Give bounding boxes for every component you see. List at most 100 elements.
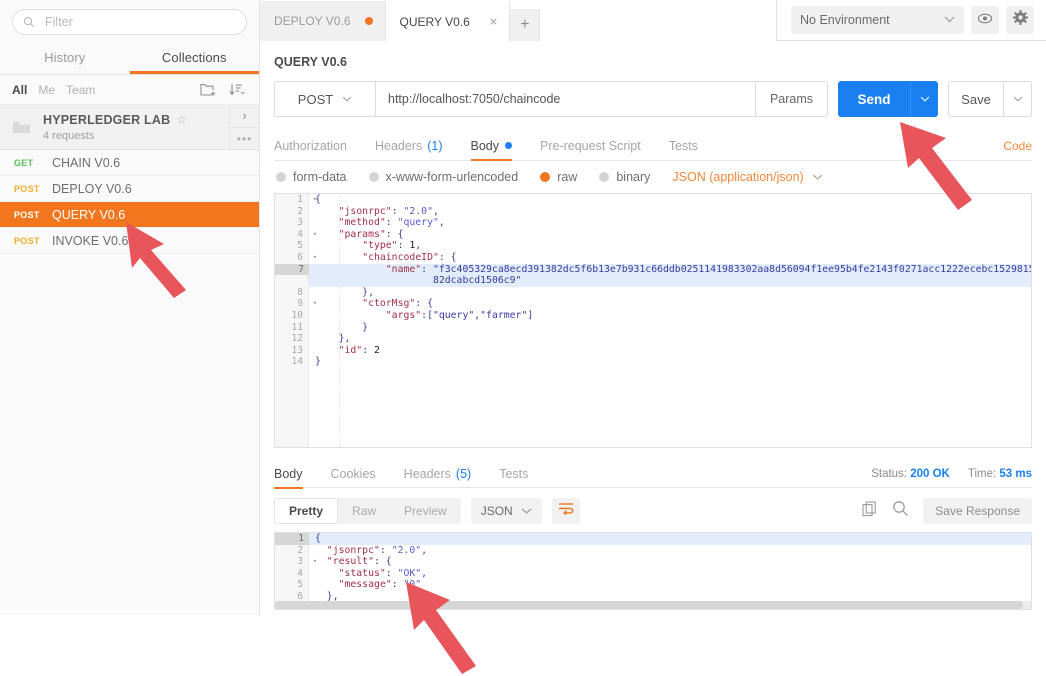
new-folder-icon[interactable] — [200, 83, 217, 97]
response-controls: Pretty Raw Preview JSON Save Response — [260, 488, 1046, 524]
copy-button[interactable] — [862, 500, 878, 522]
request-method: POST — [14, 183, 40, 194]
word-wrap-button[interactable] — [551, 498, 580, 524]
response-body-code[interactable]: { "jsonrpc": "2.0", "result": { "status"… — [309, 533, 1031, 609]
body-mode-label: x-www-form-urlencoded — [385, 170, 519, 184]
response-tab-cookies[interactable]: Cookies — [331, 459, 376, 489]
body-mode-raw[interactable]: raw — [540, 170, 577, 184]
body-mode-options: form-data x-www-form-urlencoded raw bina… — [260, 161, 1046, 184]
response-editor-gutter: 1▾23▾4567 — [275, 533, 318, 609]
tab-deploy-v06[interactable]: DEPLOY V0.6 — [260, 1, 386, 41]
tab-query-v06[interactable]: QUERY V0.6 × — [385, 2, 511, 42]
collection-hyperledger-lab[interactable]: HYPERLEDGER LAB ☆ 4 requests › ••• — [0, 104, 259, 150]
scope-all[interactable]: All — [12, 83, 27, 97]
request-body-code[interactable]: { "jsonrpc": "2.0", "method": "query", "… — [309, 194, 1031, 447]
code-line: "ctorMsg": { — [362, 298, 433, 310]
tab-pre-request-script[interactable]: Pre-request Script — [540, 131, 641, 161]
tab-history[interactable]: History — [0, 42, 130, 74]
tab-body[interactable]: Body — [471, 131, 512, 161]
url-row: POST http://localhost:7050/chaincode Par… — [260, 81, 1046, 117]
tab-label: Cookies — [330, 466, 376, 481]
save-response-button[interactable]: Save Response — [923, 498, 1032, 524]
view-mode-raw[interactable]: Raw — [338, 498, 390, 524]
response-tab-headers[interactable]: Headers (5) — [404, 459, 472, 489]
filter-input[interactable] — [43, 14, 236, 30]
code-line: }, — [315, 286, 374, 298]
copy-icon — [862, 500, 878, 521]
line-number: 2 — [297, 544, 303, 556]
request-body-editor[interactable]: 1 ▾ 2 3 4 ▾ 5 6 ▾ 7 8 9 ▾ 10 11 12 13 14 { "jsonrpc": "2… — [274, 193, 1032, 448]
body-mode-label: form-data — [293, 170, 347, 184]
top-bar: DEPLOY V0.6 QUERY V0.6 × + No Environmen… — [260, 0, 1046, 42]
line-number: 1▾ — [297, 194, 317, 205]
request-item-query[interactable]: POST QUERY V0.6 — [0, 202, 259, 228]
star-icon[interactable]: ☆ — [176, 113, 187, 127]
send-options-button[interactable] — [910, 81, 938, 117]
response-section-tabs: Body Cookies Headers (5) Tests Status: 2… — [274, 460, 1032, 488]
save-button[interactable]: Save — [948, 81, 1004, 117]
code-line: "status": "OK", — [338, 567, 428, 579]
search-response-button[interactable] — [892, 500, 909, 522]
content-type-selector[interactable]: JSON (application/json) — [672, 170, 823, 184]
line-number — [275, 275, 308, 287]
tab-tests[interactable]: Tests — [669, 131, 698, 161]
environment-label: No Environment — [800, 13, 890, 27]
http-method-selector[interactable]: POST — [274, 81, 375, 117]
tab-headers[interactable]: Headers (1) — [375, 131, 443, 161]
request-item-chain[interactable]: GET CHAIN V0.6 — [0, 150, 259, 176]
radio-icon — [368, 172, 379, 182]
line-number: 12 — [291, 333, 303, 345]
environment-selector[interactable]: No Environment — [791, 6, 964, 34]
body-mode-form-data[interactable]: form-data — [276, 170, 347, 184]
response-tab-body[interactable]: Body — [274, 459, 303, 489]
chevron-down-icon — [944, 14, 955, 26]
filter-box[interactable] — [12, 9, 247, 35]
chevron-down-icon — [521, 506, 532, 517]
scrollbar-thumb[interactable] — [275, 601, 1024, 609]
params-button[interactable]: Params — [756, 81, 828, 117]
code-line: "id": 2 — [338, 344, 380, 356]
sort-icon[interactable] — [229, 83, 247, 97]
code-link[interactable]: Code — [1003, 139, 1032, 153]
line-number: 3 — [297, 217, 303, 229]
body-mode-urlencoded[interactable]: x-www-form-urlencoded — [368, 170, 519, 184]
response-format-selector[interactable]: JSON — [470, 498, 542, 524]
new-tab-button[interactable]: + — [510, 9, 541, 41]
environment-quick-look-button[interactable] — [971, 6, 999, 34]
settings-button[interactable] — [1006, 6, 1034, 34]
request-tab-strip: DEPLOY V0.6 QUERY V0.6 × + — [260, 0, 776, 42]
scope-team[interactable]: Team — [66, 83, 95, 97]
body-mode-label: binary — [616, 170, 651, 184]
line-number: 8 — [297, 286, 303, 298]
body-mode-binary[interactable]: binary — [599, 170, 650, 184]
more-options-icon[interactable]: ••• — [230, 128, 259, 150]
collection-meta: HYPERLEDGER LAB ☆ 4 requests — [43, 113, 229, 142]
tab-collections[interactable]: Collections — [130, 42, 260, 74]
tab-label: Tests — [668, 138, 698, 153]
content-type-label: JSON (application/json) — [672, 170, 804, 184]
save-options-button[interactable] — [1004, 81, 1032, 117]
code-line: "message": "0" — [338, 579, 422, 591]
code-line: { — [309, 533, 1031, 545]
close-icon[interactable]: × — [490, 14, 498, 29]
radio-icon — [599, 172, 610, 182]
request-editor-gutter: 1 ▾ 2 3 4 ▾ 5 6 ▾ 7 8 9 ▾ 10 11 12 13 14 — [275, 194, 317, 447]
view-mode-pretty[interactable]: Pretty — [274, 498, 339, 524]
request-method: POST — [14, 209, 40, 220]
chevron-right-icon[interactable]: › — [230, 105, 259, 128]
code-line: "jsonrpc": "2.0", — [338, 205, 439, 217]
send-button[interactable]: Send — [838, 81, 910, 117]
request-item-deploy[interactable]: POST DEPLOY V0.6 — [0, 176, 259, 202]
tab-label: DEPLOY V0.6 — [274, 14, 351, 28]
response-actions: Save Response — [862, 498, 1032, 524]
line-number: 11 — [291, 321, 303, 333]
request-item-invoke[interactable]: POST INVOKE V0.6 — [0, 228, 259, 254]
tab-authorization[interactable]: Authorization — [274, 131, 347, 161]
response-tab-tests[interactable]: Tests — [499, 459, 528, 489]
line-number: 7 — [275, 263, 309, 276]
url-input[interactable]: http://localhost:7050/chaincode — [375, 81, 756, 117]
response-body-editor[interactable]: 1▾23▾4567 { "jsonrpc": "2.0", "result": … — [274, 532, 1032, 610]
response-horizontal-scrollbar[interactable] — [275, 601, 1031, 609]
view-mode-preview[interactable]: Preview — [390, 498, 461, 524]
scope-me[interactable]: Me — [38, 83, 55, 97]
